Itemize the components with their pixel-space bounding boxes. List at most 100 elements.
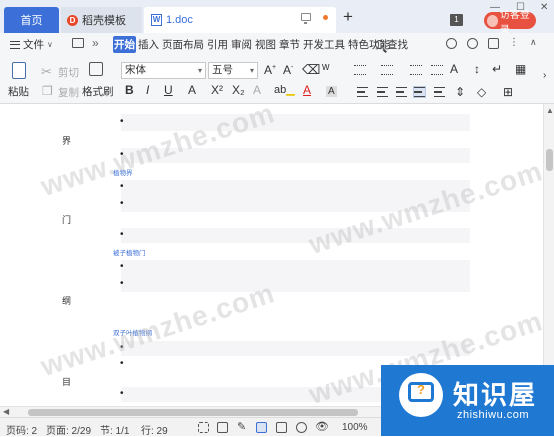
- window-count-badge[interactable]: 1: [450, 14, 463, 26]
- align-right-icon[interactable]: [396, 87, 407, 97]
- align-left-icon[interactable]: [357, 87, 368, 97]
- format-painter-icon[interactable]: [89, 62, 103, 76]
- pen-icon[interactable]: ✎: [237, 420, 246, 433]
- minimize-icon[interactable]: —: [490, 2, 500, 13]
- italic-icon[interactable]: I: [146, 83, 149, 97]
- scroll-left-icon[interactable]: ◀: [3, 407, 9, 416]
- new-tab-plus-icon[interactable]: +: [343, 8, 353, 25]
- bullet-item: •: [120, 358, 124, 369]
- copy-button[interactable]: 复制: [58, 85, 79, 100]
- format-painter-button[interactable]: 格式刷: [82, 84, 114, 99]
- tab-docer-template[interactable]: D 稻壳模板: [61, 7, 142, 33]
- monitor-icon[interactable]: [301, 13, 311, 24]
- tab-insert[interactable]: 插入: [137, 36, 160, 53]
- bullet-item: •: [120, 229, 124, 240]
- justify-icon[interactable]: [413, 86, 426, 98]
- numbered-list-icon[interactable]: [381, 65, 393, 75]
- clear-format-icon[interactable]: ⌫: [302, 62, 320, 78]
- rank-label-class: 纲: [62, 296, 72, 306]
- docer-logo-icon: D: [67, 14, 78, 26]
- page-view-icon[interactable]: [256, 422, 267, 433]
- user-icon[interactable]: [467, 38, 478, 49]
- vertical-scroll-thumb[interactable]: [546, 149, 553, 171]
- document-canvas[interactable]: • • • • • • • • • • 界 门 纲 目 植物界 被子植物门 双子…: [0, 104, 543, 406]
- page-status[interactable]: 页面: 2/29: [46, 422, 91, 437]
- fullscreen-icon[interactable]: [198, 422, 209, 433]
- font-name-select[interactable]: 宋体: [121, 62, 206, 79]
- subscript-icon[interactable]: X₂: [232, 83, 245, 97]
- highlight-icon[interactable]: ab▁: [274, 83, 295, 96]
- increase-indent-icon[interactable]: [431, 65, 443, 75]
- taxon-label: 被子植物门: [113, 250, 146, 257]
- font-color-icon[interactable]: A: [303, 83, 311, 97]
- shading-icon[interactable]: ◇: [477, 85, 486, 99]
- line-spacing-icon[interactable]: ⇕: [455, 85, 465, 99]
- reading-mode-icon[interactable]: [217, 422, 228, 433]
- chinese-layout-icon[interactable]: A: [450, 62, 458, 76]
- table-grid-icon[interactable]: ▦: [515, 62, 526, 76]
- char-shading-icon[interactable]: A: [326, 86, 337, 97]
- maximize-icon[interactable]: ☐: [516, 2, 525, 13]
- shrink-font-icon[interactable]: A-: [283, 63, 293, 77]
- distributed-align-icon[interactable]: [434, 87, 445, 97]
- tab-home[interactable]: 首页: [4, 7, 59, 33]
- visitor-login-button[interactable]: 访客登录: [484, 10, 536, 36]
- collapse-ribbon-icon[interactable]: ∧: [530, 38, 541, 49]
- search-button[interactable]: 查找: [375, 37, 408, 52]
- borders-icon[interactable]: ⊞: [503, 85, 513, 99]
- tab-developer[interactable]: 开发工具: [302, 36, 346, 53]
- paste-icon[interactable]: [12, 62, 26, 79]
- show-hide-marks-icon[interactable]: ↵: [492, 62, 502, 76]
- title-bar: 首页 D 稻壳模板 W 1.doc + 1 访客登录 — ☐ ✕: [0, 0, 554, 36]
- tab-references[interactable]: 引用: [206, 36, 229, 53]
- cloud-icon[interactable]: [446, 38, 457, 49]
- sort-icon[interactable]: ↕: [474, 62, 480, 76]
- section-status: 节: 1/1: [100, 426, 130, 437]
- share-icon[interactable]: [488, 38, 499, 49]
- menu-right-icons: ⋮ ∧: [446, 38, 541, 49]
- tab-start[interactable]: 开始: [113, 36, 136, 53]
- more-chevron-icon[interactable]: »: [92, 36, 99, 50]
- paragraph-block: [121, 228, 470, 243]
- tab-section[interactable]: 章节: [278, 36, 301, 53]
- open-folder-icon[interactable]: [72, 38, 84, 48]
- bullet-list-icon[interactable]: [354, 65, 366, 75]
- underline-icon[interactable]: U: [164, 83, 173, 97]
- close-icon[interactable]: ✕: [540, 2, 548, 13]
- web-view-icon[interactable]: [296, 422, 307, 433]
- logo-subtitle: zhishiwu.com: [457, 409, 530, 421]
- outline-view-icon[interactable]: [276, 422, 287, 433]
- scissors-icon[interactable]: ✂: [41, 64, 52, 80]
- more-options-icon[interactable]: ⋮: [509, 38, 520, 49]
- superscript-icon[interactable]: X²: [211, 83, 223, 97]
- tab-document[interactable]: W 1.doc: [144, 7, 336, 33]
- text-effect-icon[interactable]: A: [253, 83, 261, 97]
- search-label: 查找: [387, 39, 408, 51]
- row-status: 行: 29: [141, 426, 168, 437]
- vertical-scrollbar[interactable]: ▲ ▼: [543, 104, 554, 406]
- chevron-down-icon: ∨: [47, 40, 53, 49]
- horizontal-scroll-thumb[interactable]: [28, 409, 358, 416]
- copy-icon[interactable]: ❐: [42, 84, 53, 98]
- pinyin-icon[interactable]: ᵂ: [322, 62, 329, 76]
- menu-bar: 文件 ∨ » 开始 插入 页面布局 引用 审阅 视图 章节 开发工具 特色功能 …: [0, 33, 554, 56]
- tab-docer-template-label: 稻壳模板: [82, 15, 126, 27]
- cut-button[interactable]: 剪切: [58, 65, 79, 80]
- bold-icon[interactable]: B: [125, 83, 134, 97]
- grow-font-icon[interactable]: A+: [264, 63, 276, 77]
- align-center-icon[interactable]: [377, 87, 388, 97]
- file-menu[interactable]: 文件 ∨: [10, 37, 53, 52]
- decrease-indent-icon[interactable]: [410, 65, 422, 75]
- eye-protection-icon[interactable]: 👁: [315, 420, 329, 433]
- font-size-select[interactable]: 五号: [208, 62, 258, 79]
- ribbon-scroll-right-icon[interactable]: ›: [543, 70, 546, 81]
- scroll-up-icon[interactable]: ▲: [546, 106, 554, 115]
- paste-button[interactable]: 粘贴: [8, 84, 29, 99]
- zoom-level[interactable]: 100%: [342, 422, 368, 433]
- avatar-icon: [487, 14, 498, 27]
- tab-view[interactable]: 视图: [254, 36, 277, 53]
- logo-title: 知识屋: [453, 381, 538, 411]
- strikethrough-icon[interactable]: A: [188, 83, 196, 97]
- tab-page-layout[interactable]: 页面布局: [161, 36, 205, 53]
- tab-review[interactable]: 审阅: [230, 36, 253, 53]
